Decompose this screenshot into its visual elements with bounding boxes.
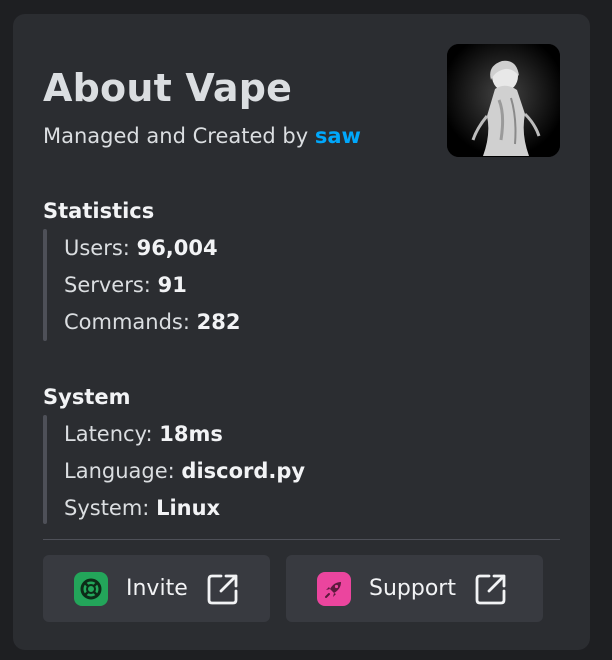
external-link-icon [474,572,508,606]
support-label: Support [369,576,456,601]
sys-language-label: Language: [64,459,175,483]
external-link-icon [206,572,240,606]
stat-users-label: Users: [64,236,130,260]
stat-servers-value: 91 [157,273,187,297]
bot-thumbnail [447,44,560,157]
sys-os-label: System: [64,496,150,520]
stat-commands-label: Commands: [64,310,190,334]
page-title: About Vape [43,66,293,110]
statistics-quote-bar [43,229,47,341]
subtitle: Managed and Created by saw [43,124,361,148]
subtitle-prefix: Managed and Created by [43,124,309,148]
sys-latency: Latency: 18ms [64,422,223,446]
sys-os-value: Linux [156,496,221,520]
sys-latency-label: Latency: [64,422,153,446]
stat-servers: Servers: 91 [64,273,187,297]
stat-users-value: 96,004 [136,236,218,260]
about-embed-card: About Vape Managed and Created by saw St… [13,14,590,650]
system-heading: System [43,385,131,409]
system-quote-bar [43,415,47,524]
sys-latency-value: 18ms [159,422,223,446]
invite-label: Invite [126,576,188,601]
stat-commands-value: 282 [196,310,241,334]
support-button[interactable]: Support [286,555,543,622]
stat-servers-label: Servers: [64,273,151,297]
sys-language: Language: discord.py [64,459,305,483]
sys-os: System: Linux [64,496,220,520]
sys-language-value: discord.py [181,459,306,483]
stat-users: Users: 96,004 [64,236,218,260]
invite-button[interactable]: Invite [43,555,270,622]
creator-link[interactable]: saw [315,124,361,148]
statistics-heading: Statistics [43,199,155,223]
rocket-icon [317,571,351,606]
lifebuoy-icon [74,571,108,606]
stat-commands: Commands: 282 [64,310,240,334]
divider [43,539,560,540]
